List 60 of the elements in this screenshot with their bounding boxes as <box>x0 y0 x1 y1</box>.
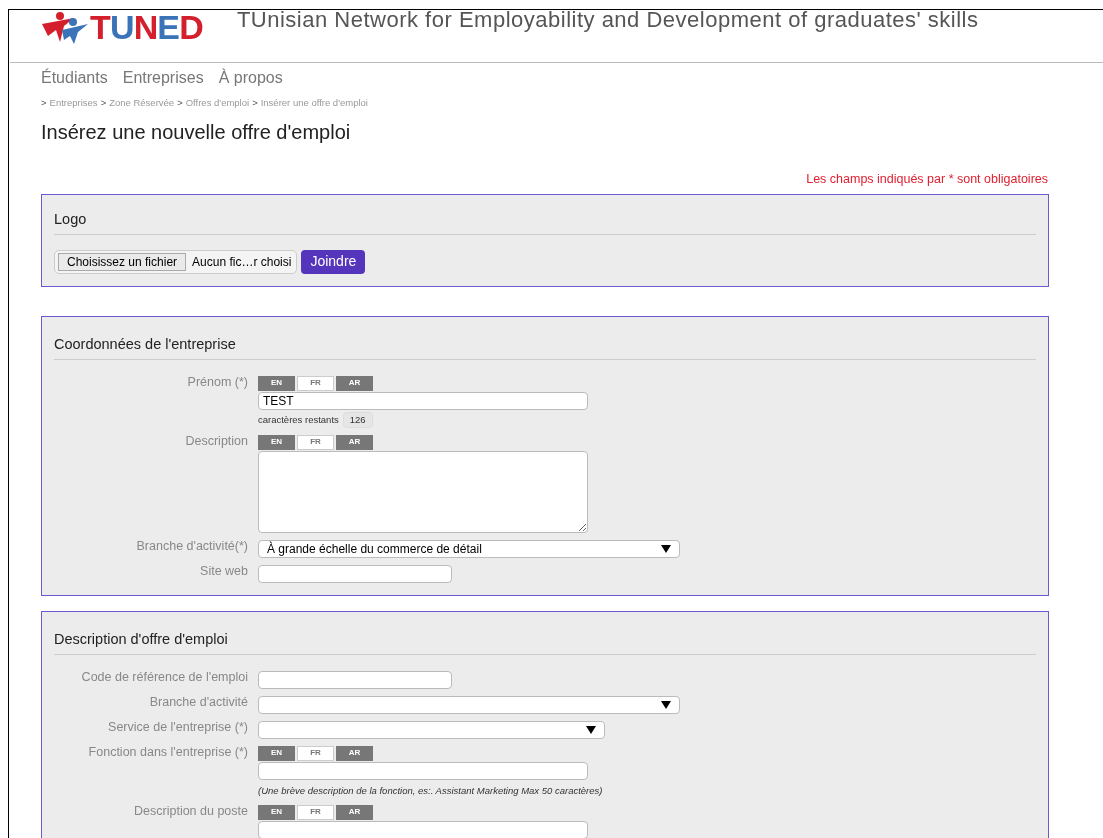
field-label: Code de référence de l'emploi <box>80 668 248 685</box>
text-field[interactable] <box>258 761 588 780</box>
counter-label: caractères restants <box>258 412 339 427</box>
breadcrumb-link[interactable]: Zone Réservée <box>109 96 175 111</box>
text-field[interactable] <box>258 564 452 583</box>
logo-wordmark: TUNED <box>90 10 203 44</box>
select-field[interactable]: À grande échelle du commerce de détail <box>258 539 680 558</box>
nav-link[interactable]: Étudiants <box>41 66 108 90</box>
text-field[interactable]: TEST <box>258 391 588 410</box>
breadcrumb-link[interactable]: Insérer une offre d'emploi <box>260 96 368 111</box>
file-status: Aucun fic…r choisi <box>192 253 292 271</box>
page-title: Insérez une nouvelle offre d'emploi <box>41 120 352 146</box>
language-tab[interactable]: EN <box>258 745 295 761</box>
required-fields-note: Les champs indiqués par * sont obligatoires <box>806 171 1048 189</box>
breadcrumb-separator: > <box>177 96 183 110</box>
text-field[interactable] <box>258 670 452 689</box>
language-tab[interactable]: FR <box>297 804 334 820</box>
site-tagline: TUnisian Network for Employability and Development of graduates' skills <box>236 10 980 30</box>
breadcrumb-link[interactable]: Offres d'emploi <box>185 96 250 111</box>
language-tab[interactable]: EN <box>258 804 295 820</box>
section-title: Description d'offre d'emploi <box>54 628 1036 655</box>
choose-file-button[interactable]: Choisissez un fichier <box>58 252 187 271</box>
textarea-field[interactable] <box>258 450 588 533</box>
language-tab[interactable]: AR <box>336 745 373 761</box>
field-label: Site web <box>199 562 248 579</box>
language-tab[interactable]: EN <box>258 434 295 450</box>
file-input[interactable]: Choisissez un fichier Aucun fic…r choisi <box>54 249 298 274</box>
attach-button[interactable]: Joindre <box>301 249 366 274</box>
field-label: Branche d'activité <box>148 693 248 710</box>
breadcrumb-separator: > <box>41 96 47 110</box>
field-label: Description <box>184 432 248 449</box>
select-field[interactable] <box>258 695 680 714</box>
language-tab[interactable]: AR <box>336 375 373 391</box>
people-icon <box>40 10 90 44</box>
language-tab[interactable]: FR <box>297 434 334 450</box>
breadcrumb-link[interactable]: Entreprises <box>49 96 98 111</box>
select-value: À grande échelle du commerce de détail <box>267 540 482 558</box>
field-hint: (Une brève description de la fonction, es:. Assistant Marketing Max 50 caractères) <box>258 783 603 798</box>
text-field[interactable] <box>258 820 588 838</box>
field-label: Service de l'entreprise (*) <box>107 718 248 735</box>
section-title: Logo <box>54 209 1036 235</box>
dropdown-caret-icon <box>661 544 671 553</box>
counter-value: 126 <box>342 411 373 428</box>
dropdown-caret-icon <box>586 725 596 734</box>
section-title: Coordonnées de l'entreprise <box>54 333 1036 360</box>
select-field[interactable] <box>258 720 605 739</box>
breadcrumb-separator: > <box>252 96 258 110</box>
breadcrumb-separator: > <box>100 96 107 110</box>
field-label: Prénom (*) <box>186 373 248 390</box>
field-label: Description du poste <box>133 802 248 819</box>
language-tab[interactable]: FR <box>297 375 334 391</box>
language-tab[interactable]: EN <box>258 375 295 391</box>
language-tab[interactable]: AR <box>336 434 373 450</box>
nav-link[interactable]: À propos <box>218 66 283 90</box>
nav-link[interactable]: Entreprises <box>122 66 204 90</box>
language-tab[interactable]: FR <box>297 745 334 761</box>
field-label: Fonction dans l'entreprise (*) <box>87 743 248 760</box>
dropdown-caret-icon <box>661 700 671 709</box>
language-tab[interactable]: AR <box>336 804 373 820</box>
field-label: Branche d'activité(*) <box>135 537 248 554</box>
